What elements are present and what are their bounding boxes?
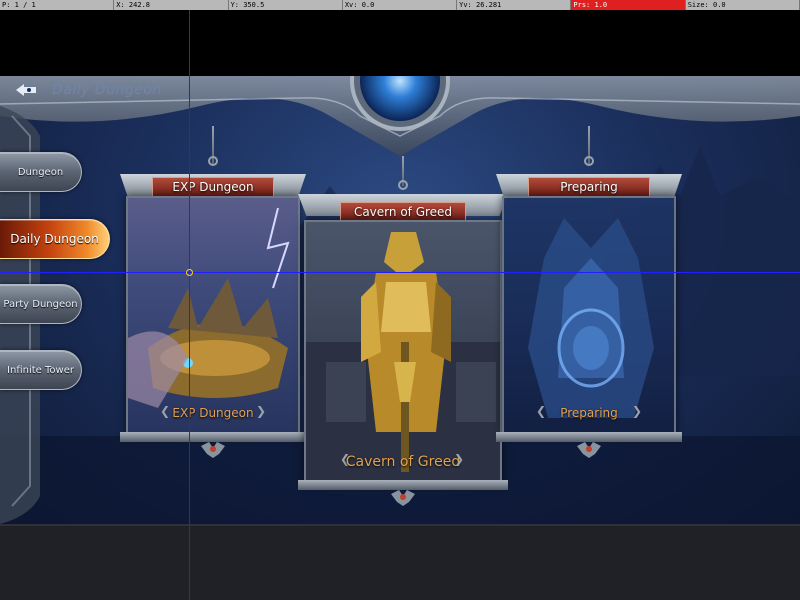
debug-size: Size: 0.0 [686, 0, 800, 10]
card-base [496, 432, 682, 442]
card-art-panel [304, 220, 502, 484]
cavern-of-greed-card[interactable]: Cavern of Greed ❮ Cavern of Greed ❯ [298, 156, 508, 516]
bottom-strip [0, 524, 800, 600]
card-title: EXP Dungeon [152, 177, 274, 197]
right-flourish-icon: ❯ [454, 452, 465, 466]
right-flourish-icon: ❯ [256, 404, 267, 418]
card-footer-label: EXP Dungeon [172, 406, 254, 420]
menu-dungeon-button[interactable]: Dungeon [0, 152, 82, 192]
screen: P: 1 / 1 X: 242.8 Y: 350.5 Xv: 0.0 Yv: 2… [0, 0, 800, 600]
debug-pressure: Prs: 1.0 [571, 0, 686, 10]
exp-dungeon-card[interactable]: EXP Dungeon ❮ EXP Dungeon ❯ [120, 126, 306, 458]
card-footer-label: Preparing [560, 406, 618, 420]
card-hook [398, 180, 408, 190]
pointer-crosshair-vertical [189, 0, 190, 600]
menu-infinite-tower-button[interactable]: Infinite Tower [0, 350, 82, 390]
blue-crystal-gate-art [528, 218, 654, 418]
airship-fortress-art [128, 207, 290, 408]
screen-title: Daily Dungeon [52, 82, 162, 98]
back-arrow-icon [16, 84, 36, 96]
game-viewport: Daily Dungeon Dungeon Daily Dungeon Part… [0, 76, 800, 524]
debug-yv: Yv: 26.281 [457, 0, 572, 10]
card-title: Preparing [528, 177, 650, 197]
card-base [120, 432, 306, 442]
debug-x: X: 242.8 [114, 0, 229, 10]
card-hook [584, 156, 594, 166]
card-base [298, 480, 508, 490]
debug-xv: Xv: 0.0 [343, 0, 458, 10]
pointer-crosshair-horizontal [0, 272, 800, 273]
golden-armored-knight-art [306, 232, 500, 482]
back-button[interactable] [8, 80, 44, 100]
right-flourish-icon: ❯ [632, 404, 643, 418]
card-title: Cavern of Greed [340, 202, 466, 222]
card-art-panel [502, 196, 676, 436]
pointer-debug-bar: P: 1 / 1 X: 242.8 Y: 350.5 Xv: 0.0 Yv: 2… [0, 0, 800, 10]
preparing-card[interactable]: Preparing ❮ Preparing ❯ [496, 126, 682, 458]
card-footer-label: Cavern of Greed [345, 454, 461, 470]
menu-party-dungeon-button[interactable]: Party Dungeon [0, 284, 82, 324]
card-art-panel [126, 196, 300, 436]
menu-daily-dungeon-button[interactable]: Daily Dungeon [0, 219, 110, 259]
debug-y: Y: 350.5 [229, 0, 343, 10]
debug-pointers: P: 1 / 1 [0, 0, 115, 10]
touch-point-icon [186, 269, 193, 276]
card-emblem-icon [201, 442, 225, 458]
card-hook [208, 156, 218, 166]
card-emblem-icon [577, 442, 601, 458]
card-emblem-icon [391, 490, 415, 506]
